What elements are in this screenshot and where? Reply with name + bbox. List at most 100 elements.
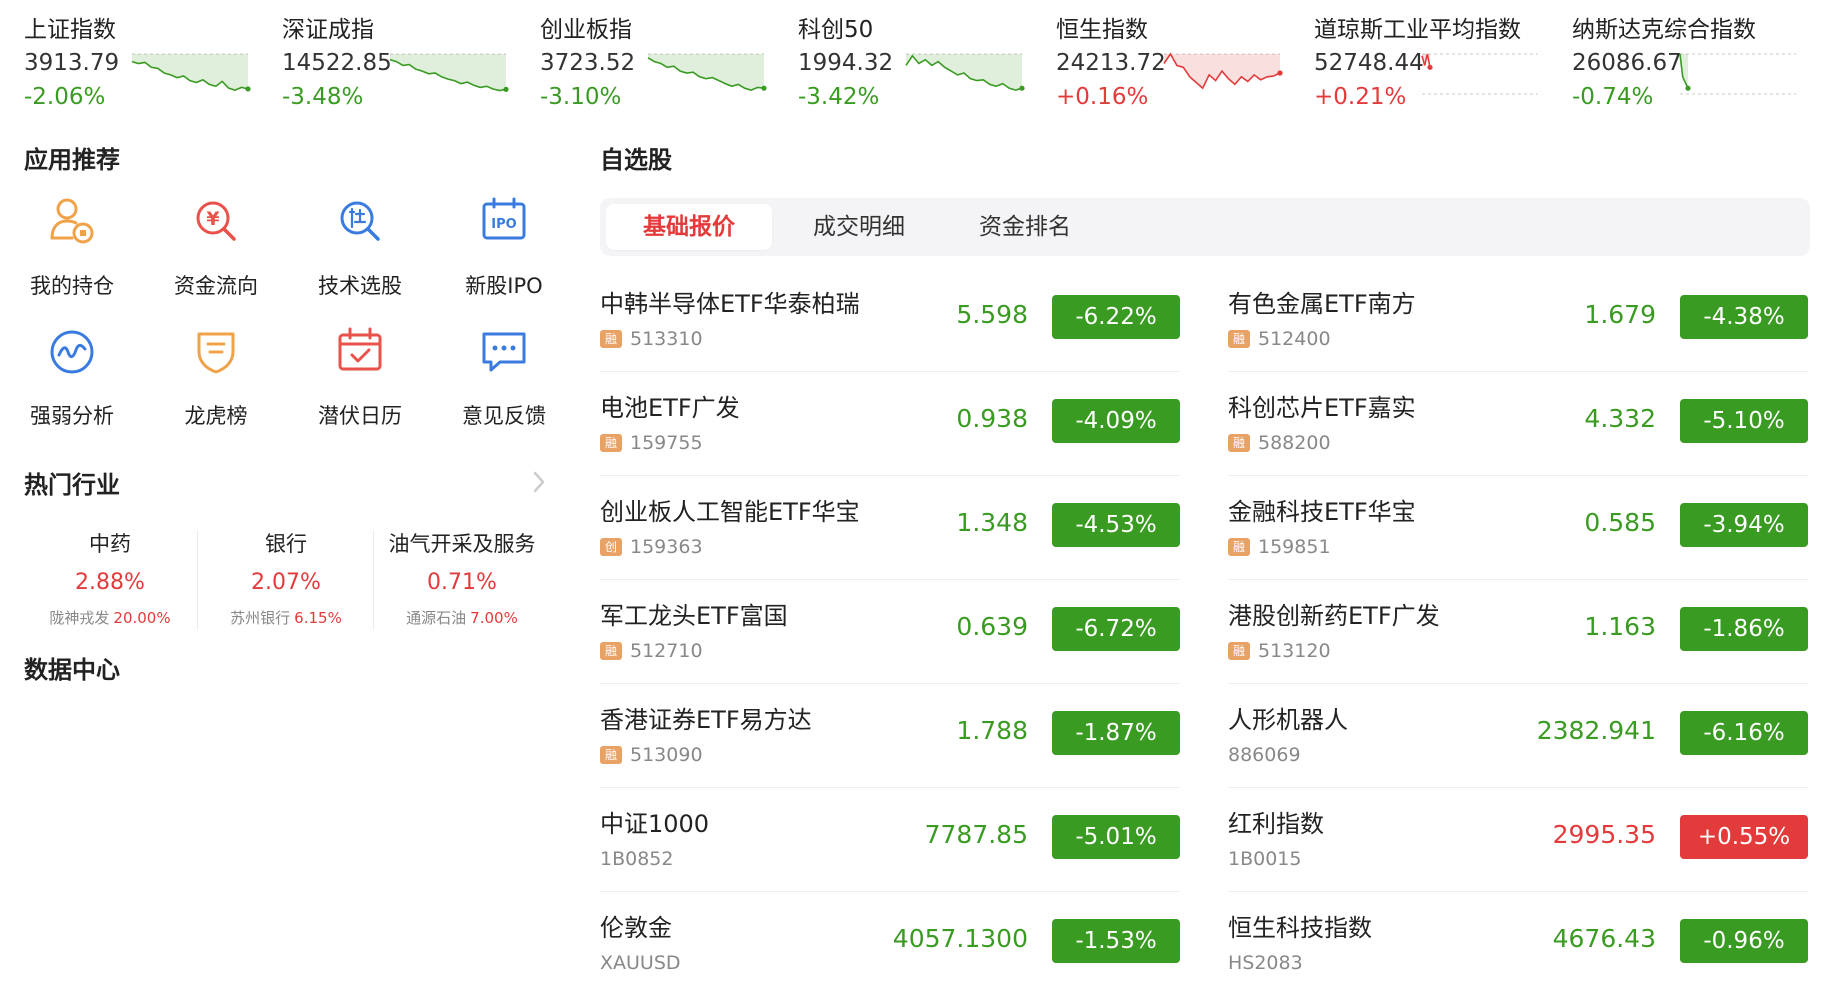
feedback-icon — [482, 332, 526, 372]
app-label: 资金流向 — [174, 274, 258, 298]
index-card[interactable]: 上证指数 3913.79 -2.06% — [24, 0, 282, 128]
index-sparkline — [1421, 53, 1538, 95]
stock-code-line: 融 588200 — [1228, 431, 1331, 455]
stock-change-pill[interactable]: -5.01% — [1052, 815, 1180, 859]
stock-name: 港股创新药ETF广发 — [1228, 602, 1440, 630]
stock-change-pill[interactable]: -6.72% — [1052, 607, 1180, 651]
index-value: 24213.72 — [1056, 50, 1166, 76]
stock-row[interactable]: 中韩半导体ETF华泰柏瑞融 513310 5.598 -6.22% — [600, 270, 1180, 374]
row-divider — [1228, 579, 1808, 580]
industry-pct: 2.07% — [251, 570, 321, 595]
stock-change-pill[interactable]: -0.96% — [1680, 919, 1808, 963]
stock-change-pill[interactable]: -4.38% — [1680, 295, 1808, 339]
app-dragon-tiger[interactable]: 龙虎榜 — [144, 322, 288, 442]
index-card[interactable]: 深证成指 14522.85 -3.48% — [282, 0, 540, 128]
sparkline-endpoint — [245, 86, 251, 92]
industry-name: 油气开采及服务 — [388, 532, 536, 556]
industry-item[interactable]: 中药 2.88% 陇神戎发 20.00% — [22, 525, 198, 635]
stock-row[interactable]: 科创芯片ETF嘉实融 588200 4.332 -5.10% — [1228, 374, 1808, 478]
industry-name: 中药 — [89, 532, 131, 556]
app-my-holdings[interactable]: 我的持仓 — [0, 192, 144, 312]
stock-row[interactable]: 恒生科技指数 HS2083 4676.43 -0.96% — [1228, 894, 1808, 986]
stock-code: 886069 — [1228, 744, 1301, 766]
index-name: 恒生指数 — [1056, 17, 1148, 43]
stock-code: HS2083 — [1228, 952, 1303, 974]
stock-change-pill[interactable]: -1.87% — [1052, 711, 1180, 755]
app-feedback[interactable]: 意见反馈 — [432, 322, 576, 442]
margin-badge: 融 — [600, 330, 622, 348]
stock-change-pill[interactable]: -1.86% — [1680, 607, 1808, 651]
stock-name: 科创芯片ETF嘉实 — [1228, 394, 1416, 422]
tab-basic-quote[interactable]: 基础报价 — [606, 204, 772, 250]
svg-text:¥: ¥ — [206, 208, 219, 230]
dragon-tiger-icon — [197, 332, 235, 374]
stock-code: XAUUSD — [600, 952, 681, 974]
chevron-right-icon[interactable] — [532, 470, 546, 494]
stock-price: 0.938 — [956, 404, 1028, 433]
stock-code-line: 融 513310 — [600, 327, 703, 351]
stock-code-line: 融 512400 — [1228, 327, 1331, 351]
stock-change-pill[interactable]: -4.53% — [1052, 503, 1180, 547]
app-calendar[interactable]: 潜伏日历 — [288, 322, 432, 442]
leader-pct: 7.00% — [470, 609, 518, 627]
industry-item[interactable]: 油气开采及服务 0.71% 通源石油 7.00% — [374, 525, 550, 635]
app-money-flow[interactable]: ¥ 资金流向 — [144, 192, 288, 312]
stock-code: 588200 — [1258, 432, 1331, 454]
index-card[interactable]: 科创50 1994.32 -3.42% — [798, 0, 1056, 128]
margin-badge: 融 — [600, 434, 622, 452]
stock-code-line: XAUUSD — [600, 951, 681, 975]
stock-row[interactable]: 香港证券ETF易方达融 513090 1.788 -1.87% — [600, 686, 1180, 790]
app-new-ipo[interactable]: IPO 新股IPO — [432, 192, 576, 312]
stock-code: 159755 — [630, 432, 703, 454]
stock-name: 电池ETF广发 — [600, 394, 740, 422]
stock-row[interactable]: 中证1000 1B0852 7787.85 -5.01% — [600, 790, 1180, 894]
index-card[interactable]: 创业板指 3723.52 -3.10% — [540, 0, 798, 128]
stock-row[interactable]: 电池ETF广发融 159755 0.938 -4.09% — [600, 374, 1180, 478]
stock-row[interactable]: 金融科技ETF华宝融 159851 0.585 -3.94% — [1228, 478, 1808, 582]
stock-change-pill[interactable]: -1.53% — [1052, 919, 1180, 963]
index-card[interactable]: 道琼斯工业平均指数 52748.44 +0.21% — [1314, 0, 1572, 128]
stock-price: 1.679 — [1584, 300, 1656, 329]
margin-badge: 融 — [600, 642, 622, 660]
stock-change-pill[interactable]: -5.10% — [1680, 399, 1808, 443]
stock-row[interactable]: 港股创新药ETF广发融 513120 1.163 -1.86% — [1228, 582, 1808, 686]
stock-change-pill[interactable]: +0.55% — [1680, 815, 1808, 859]
stock-code-line: HS2083 — [1228, 951, 1303, 975]
index-value: 52748.44 — [1314, 50, 1424, 76]
stock-code-line: 融 513120 — [1228, 639, 1331, 663]
stock-change-pill[interactable]: -4.09% — [1052, 399, 1180, 443]
stock-row[interactable]: 伦敦金 XAUUSD 4057.1300 -1.53% — [600, 894, 1180, 986]
stock-name: 创业板人工智能ETF华宝 — [600, 498, 860, 526]
index-card[interactable]: 纳斯达克综合指数 26086.67 -0.74% — [1572, 0, 1826, 128]
index-change: -3.42% — [798, 84, 880, 110]
industry-item[interactable]: 银行 2.07% 苏州银行 6.15% — [198, 525, 374, 635]
stock-row[interactable]: 有色金属ETF南方融 512400 1.679 -4.38% — [1228, 270, 1808, 374]
svg-text:IPO: IPO — [491, 217, 516, 232]
data-center-title[interactable]: 数据中心 — [24, 650, 120, 685]
stock-row[interactable]: 创业板人工智能ETF华宝创 159363 1.348 -4.53% — [600, 478, 1180, 582]
stock-change-pill[interactable]: -6.22% — [1052, 295, 1180, 339]
tab-trade-details[interactable]: 成交明细 — [776, 204, 942, 250]
stock-change-pill[interactable]: -6.16% — [1680, 711, 1808, 755]
tab-fund-ranking[interactable]: 资金排名 — [942, 204, 1108, 250]
index-value: 14522.85 — [282, 50, 392, 76]
app-stock-picker[interactable]: 技术选股 — [288, 192, 432, 312]
stock-price: 1.348 — [956, 508, 1028, 537]
stock-code: 512400 — [1258, 328, 1331, 350]
stock-code-line: 886069 — [1228, 743, 1301, 767]
leader-name: 陇神戎发 — [49, 609, 110, 627]
stock-row[interactable]: 人形机器人 886069 2382.941 -6.16% — [1228, 686, 1808, 790]
stock-row[interactable]: 红利指数 1B0015 2995.35 +0.55% — [1228, 790, 1808, 894]
index-card[interactable]: 恒生指数 24213.72 +0.16% — [1056, 0, 1314, 128]
leader-name: 通源石油 — [406, 609, 467, 627]
index-change: -0.74% — [1572, 84, 1654, 110]
stock-price: 0.585 — [1584, 508, 1656, 537]
stock-name: 恒生科技指数 — [1228, 914, 1372, 942]
margin-badge: 创 — [600, 538, 622, 556]
row-divider — [600, 371, 1180, 372]
stock-row[interactable]: 军工龙头ETF富国融 512710 0.639 -6.72% — [600, 582, 1180, 686]
stock-change-pill[interactable]: -3.94% — [1680, 503, 1808, 547]
app-strength-analysis[interactable]: 强弱分析 — [0, 322, 144, 442]
sparkline-endpoint — [1685, 85, 1691, 91]
index-value: 3723.52 — [540, 50, 636, 76]
